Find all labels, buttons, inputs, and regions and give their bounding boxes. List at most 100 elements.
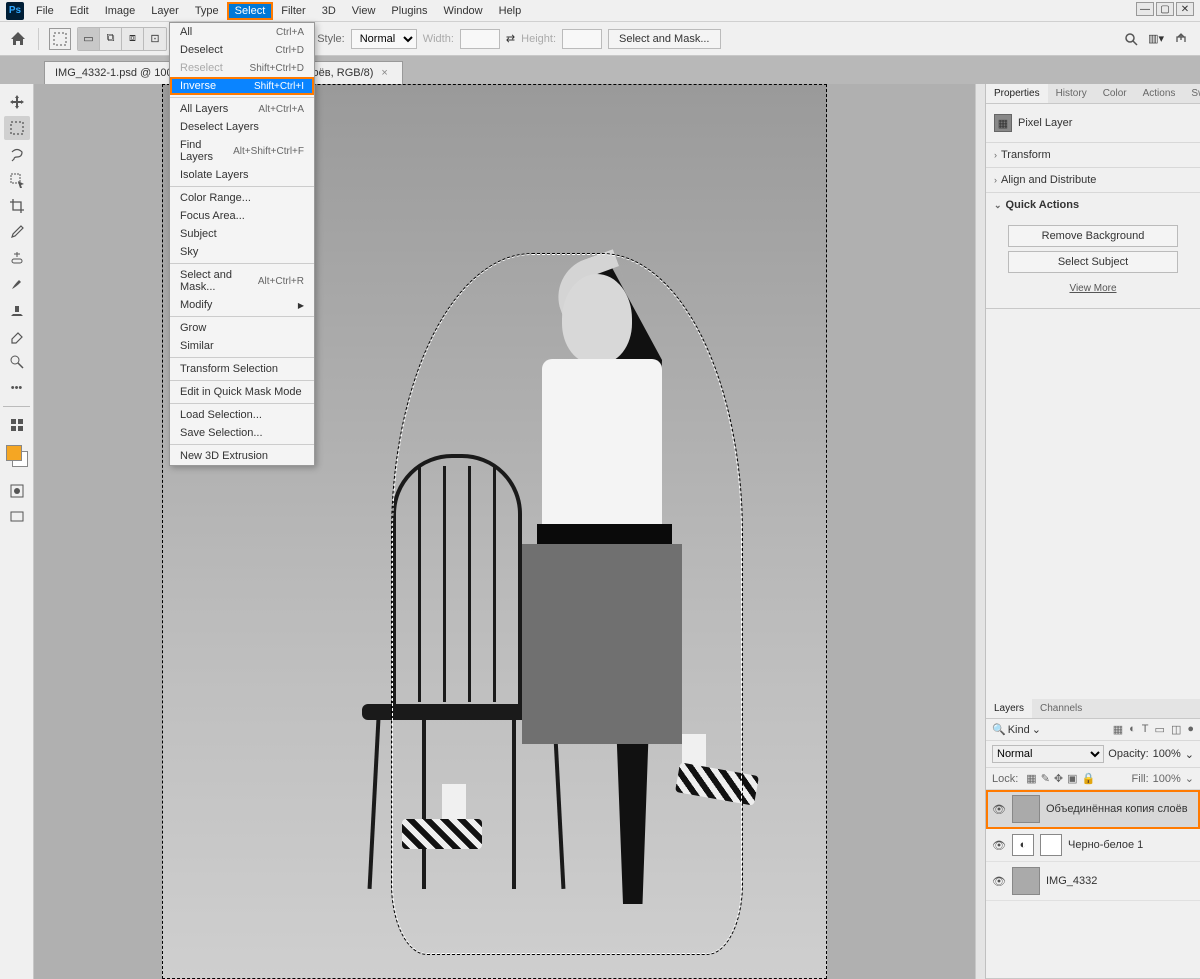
color-swatch[interactable] [6,445,28,467]
menu-item-all-layers[interactable]: All LayersAlt+Ctrl+A [170,100,314,118]
selection-subtract-icon[interactable]: ⧈ [122,28,144,50]
menu-item-find-layers[interactable]: Find LayersAlt+Shift+Ctrl+F [170,136,314,166]
layer-mask-thumbnail[interactable] [1040,834,1062,856]
blend-mode-select[interactable]: Normal [992,745,1104,763]
menu-item-load-selection[interactable]: Load Selection... [170,406,314,424]
tab-color[interactable]: Color [1095,84,1135,103]
edit-toolbar-icon[interactable] [4,413,30,437]
menu-filter[interactable]: Filter [273,2,313,20]
fill-value[interactable]: 100% [1153,773,1181,785]
healing-brush-tool-icon[interactable] [4,246,30,270]
view-more-link[interactable]: View More [994,277,1192,300]
dodge-tool-icon[interactable] [4,350,30,374]
menu-plugins[interactable]: Plugins [383,2,435,20]
lock-artboard-icon[interactable]: ▣ [1067,772,1077,785]
menu-item-quick-mask[interactable]: Edit in Quick Mask Mode [170,383,314,401]
tab-history[interactable]: History [1048,84,1095,103]
collapsed-panel-strip[interactable] [975,84,985,979]
foreground-color[interactable] [6,445,22,461]
menu-view[interactable]: View [344,2,384,20]
menu-item-isolate-layers[interactable]: Isolate Layers [170,166,314,184]
menu-item-deselect-layers[interactable]: Deselect Layers [170,118,314,136]
section-align[interactable]: ›Align and Distribute [986,167,1200,192]
menu-3d[interactable]: 3D [314,2,344,20]
style-select[interactable]: Normal [351,29,417,49]
menu-item-save-selection[interactable]: Save Selection... [170,424,314,442]
marquee-tool-icon[interactable] [4,116,30,140]
lock-pixels-icon[interactable]: ✎ [1041,772,1050,785]
window-minimize-icon[interactable]: — [1136,2,1154,16]
section-quick-actions[interactable]: ⌄Quick Actions [986,192,1200,217]
menu-item-deselect[interactable]: DeselectCtrl+D [170,41,314,59]
menu-item-inverse[interactable]: InverseShift+Ctrl+I [170,77,314,95]
selection-new-icon[interactable]: ▭ [78,28,100,50]
layer-row[interactable]: 👁 ◐ Черно-белое 1 [986,829,1200,862]
marquee-tool-icon[interactable] [49,28,71,50]
lock-transparency-icon[interactable]: ▦ [1026,772,1036,785]
menu-help[interactable]: Help [491,2,530,20]
visibility-icon[interactable]: 👁 [992,875,1006,888]
selection-add-icon[interactable]: ⧉ [100,28,122,50]
workspace-icon[interactable]: ▥▾ [1148,32,1164,45]
lock-all-icon[interactable]: 🔒 [1082,772,1096,785]
home-icon[interactable] [8,30,28,48]
search-icon[interactable] [1124,32,1138,46]
tab-actions[interactable]: Actions [1135,84,1184,103]
remove-background-button[interactable]: Remove Background [1008,225,1178,247]
window-close-icon[interactable]: ✕ [1176,2,1194,16]
layer-name[interactable]: Черно-белое 1 [1068,839,1143,851]
menu-layer[interactable]: Layer [143,2,187,20]
layer-filter-kind[interactable]: 🔍 Kind ⌄ [992,723,1041,736]
filter-adjustment-icon[interactable]: ◐ [1129,723,1136,736]
filter-pixel-icon[interactable]: ▦ [1113,723,1123,736]
lock-position-icon[interactable]: ✥ [1054,772,1063,785]
window-maximize-icon[interactable]: ▢ [1156,2,1174,16]
select-subject-button[interactable]: Select Subject [1008,251,1178,273]
menu-item-all[interactable]: AllCtrl+A [170,23,314,41]
eraser-tool-icon[interactable] [4,324,30,348]
tab-swatches[interactable]: Swatches [1183,84,1200,103]
object-selection-tool-icon[interactable] [4,168,30,192]
menu-item-focus-area[interactable]: Focus Area... [170,207,314,225]
layer-row[interactable]: 👁 IMG_4332 [986,862,1200,901]
menu-item-select-and-mask[interactable]: Select and Mask...Alt+Ctrl+R [170,266,314,296]
menu-item-modify[interactable]: Modify▶ [170,296,314,314]
layer-thumbnail[interactable] [1012,867,1040,895]
filter-type-icon[interactable]: T [1142,723,1149,736]
screen-mode-icon[interactable] [4,505,30,529]
tab-properties[interactable]: Properties [986,84,1048,103]
menu-select[interactable]: Select [227,2,274,20]
filter-smart-icon[interactable]: ◫ [1171,723,1181,736]
layer-name[interactable]: Объединённая копия слоёв [1046,803,1188,815]
menu-item-similar[interactable]: Similar [170,337,314,355]
menu-image[interactable]: Image [97,2,144,20]
quick-mask-icon[interactable] [4,479,30,503]
opacity-value[interactable]: 100% [1153,748,1181,760]
eyedropper-tool-icon[interactable] [4,220,30,244]
selection-intersect-icon[interactable]: ⊡ [144,28,166,50]
lasso-tool-icon[interactable] [4,142,30,166]
visibility-icon[interactable]: 👁 [992,803,1006,816]
crop-tool-icon[interactable] [4,194,30,218]
menu-type[interactable]: Type [187,2,227,20]
layer-name[interactable]: IMG_4332 [1046,875,1097,887]
section-transform[interactable]: ›Transform [986,142,1200,167]
menu-item-transform-selection[interactable]: Transform Selection [170,360,314,378]
layer-row[interactable]: 👁 Объединённая копия слоёв [986,790,1200,829]
layer-thumbnail[interactable] [1012,795,1040,823]
menu-item-grow[interactable]: Grow [170,319,314,337]
menu-window[interactable]: Window [436,2,491,20]
visibility-icon[interactable]: 👁 [992,839,1006,852]
share-icon[interactable] [1174,32,1188,46]
close-tab-icon[interactable]: × [381,67,387,79]
select-and-mask-button[interactable]: Select and Mask... [608,29,721,49]
menu-file[interactable]: File [28,2,62,20]
menu-item-new-3d-extrusion[interactable]: New 3D Extrusion [170,447,314,465]
move-tool-icon[interactable] [4,90,30,114]
menu-item-subject[interactable]: Subject [170,225,314,243]
filter-shape-icon[interactable]: ▭ [1155,723,1165,736]
tab-channels[interactable]: Channels [1032,699,1090,718]
menu-item-color-range[interactable]: Color Range... [170,189,314,207]
filter-toggle-icon[interactable]: ● [1187,723,1194,736]
brush-tool-icon[interactable] [4,272,30,296]
